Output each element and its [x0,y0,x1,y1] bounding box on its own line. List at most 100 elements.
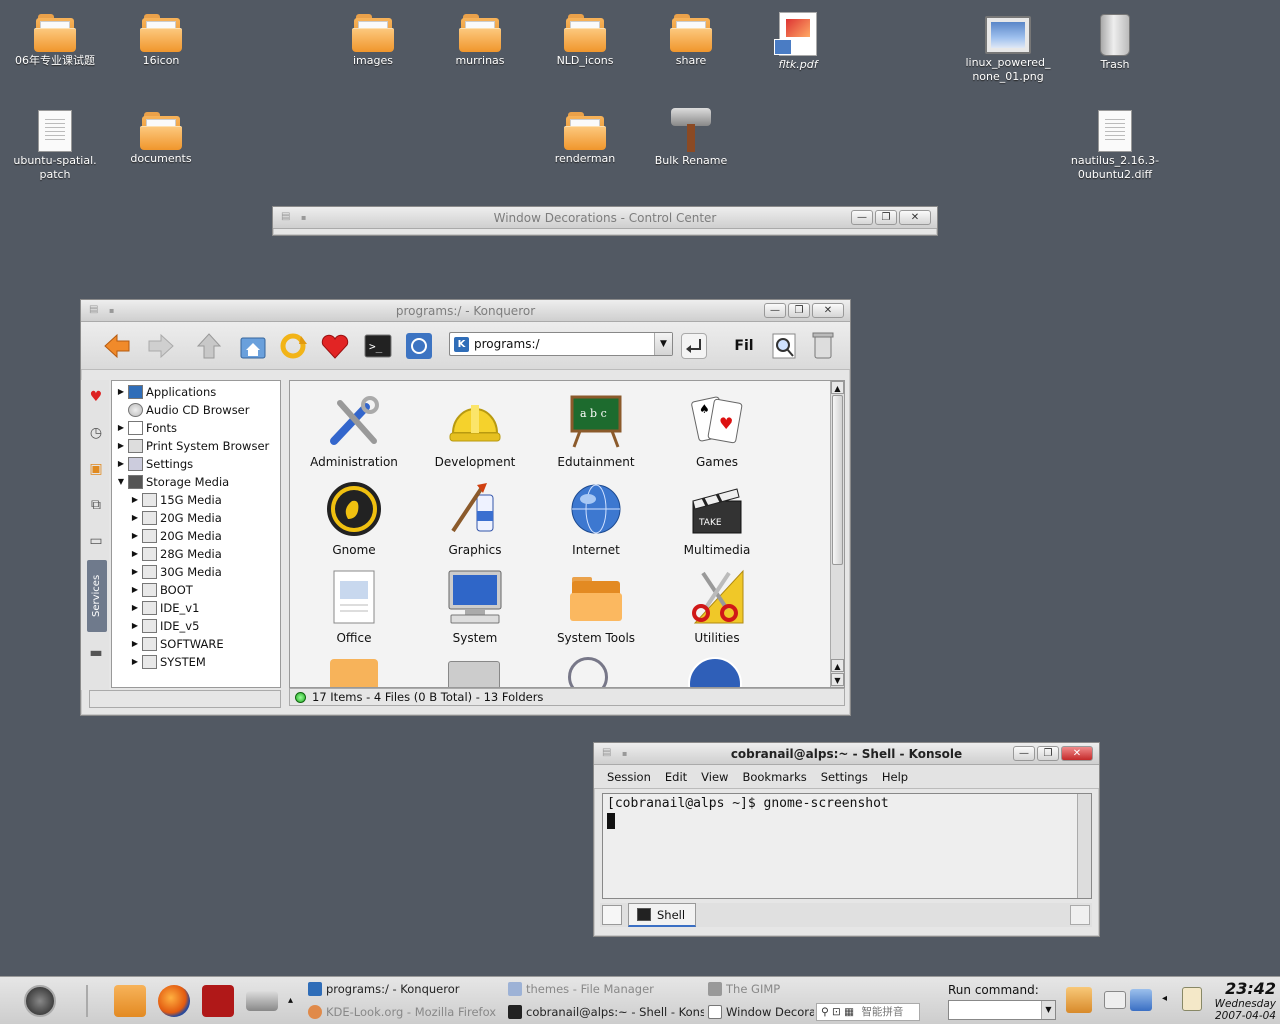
back-arrow-icon[interactable] [101,330,133,362]
storage-icon[interactable] [246,991,278,1011]
acrobat-icon[interactable] [202,985,234,1017]
maximize-button[interactable]: ❐ [788,303,810,318]
tree-item[interactable]: ▶ 15G Media [112,491,280,509]
new-session-icon[interactable] [602,905,622,925]
chevron-right-icon[interactable]: ▶ [130,617,140,635]
zoom-icon[interactable] [771,332,797,360]
control-center-window[interactable]: Window Decorations - Control Center — ❐ … [272,206,938,236]
heart-icon[interactable] [319,330,351,362]
close-button[interactable]: ✕ [1061,746,1093,761]
tree-item[interactable]: ▶ 20G Media [112,527,280,545]
task-konsole[interactable]: cobranail@alps:~ - Shell - Konsole [506,1001,704,1023]
tree-item[interactable]: Audio CD Browser [112,401,280,419]
home-icon[interactable] [237,330,269,362]
reload-icon[interactable] [277,330,309,362]
desktop-icon-06[interactable]: 06年专业课试题 [5,14,105,68]
menu-session[interactable]: Session [600,765,658,788]
bookmarks-heart-icon[interactable]: ♥ [87,388,105,406]
close-button[interactable]: ✕ [812,303,844,318]
up-arrow-icon[interactable] [193,330,225,362]
tree-item[interactable]: ▶ BOOT [112,581,280,599]
folder-icon[interactable] [330,659,378,687]
tree-item[interactable]: ▶ Print System Browser [112,437,280,455]
input-method-bar[interactable]: ⚲ ⊡ ▦ 智能拼音 [816,1003,920,1021]
arrow-left-icon[interactable]: ◂ [1162,993,1167,1004]
forward-arrow-icon[interactable] [145,330,177,362]
chevron-right-icon[interactable]: ▶ [130,491,140,509]
task-konqueror[interactable]: programs:/ - Konqueror [306,978,502,1000]
task-window-decorations[interactable]: Window Decorations [706,1001,814,1023]
minimize-button[interactable]: — [1013,746,1035,761]
tab-services[interactable]: Services [87,560,107,632]
network-icon[interactable]: ⧉ [87,496,105,514]
scrollbar-thumb[interactable] [832,395,843,565]
desktop-icon-renderman[interactable]: renderman [535,112,635,166]
clipboard-icon[interactable] [1182,987,1202,1011]
tree-item[interactable]: ▼ Storage Media [112,473,280,491]
desktop-icon-16icon[interactable]: 16icon [111,14,211,68]
location-bar[interactable]: K programs:/ ▼ [449,332,673,356]
trash-icon[interactable] [811,330,835,360]
minimize-button[interactable]: — [851,210,873,225]
konqueror-window[interactable]: programs:/ - Konqueror — ❐ ✕ >_ [80,299,851,716]
arrow-up-icon[interactable]: ▴ [288,995,293,1006]
program-development[interactable]: Development [415,393,535,469]
konqueror-titlebar[interactable]: programs:/ - Konqueror — ❐ ✕ [81,300,850,322]
terminal-icon[interactable]: >_ [362,330,394,362]
program-games[interactable]: ♠ ♥ Games [657,393,777,469]
tree-item[interactable]: ▶ Fonts [112,419,280,437]
task-firefox[interactable]: KDE-Look.org - Mozilla Firefox [306,1001,502,1023]
root-folder-icon[interactable]: ▭ [87,532,105,550]
kmenu-icon[interactable] [24,985,56,1017]
desktop-icon-fltk-pdf[interactable]: fltk.pdf [748,12,848,72]
terminal-scrollbar[interactable] [1077,794,1091,898]
desktop-icon-nautilus-diff[interactable]: nautilus_2.16.3- 0ubuntu2.diff [1065,110,1165,182]
close-session-icon[interactable] [1070,905,1090,925]
tree-item[interactable]: ▶ 20G Media [112,509,280,527]
network-icon[interactable] [1130,989,1152,1011]
program-office[interactable]: Office [294,569,414,645]
program-system[interactable]: System [415,569,535,645]
desktop-icon-ubuntu-patch[interactable]: ubuntu-spatial. patch [5,110,105,182]
accessibility-icon[interactable] [403,330,435,362]
history-clock-icon[interactable]: ◷ [87,424,105,442]
program-edutainment[interactable]: a b c Edutainment [536,393,656,469]
program-administration[interactable]: Administration [294,393,414,469]
desktop-icon-bulk-rename[interactable]: Bulk Rename [641,108,741,168]
chevron-right-icon[interactable]: ▶ [130,635,140,653]
file-manager-icon[interactable] [114,985,146,1017]
chevron-right-icon[interactable]: ▶ [130,599,140,617]
desktop-icon-murrinas[interactable]: murrinas [430,14,530,68]
scroll-down-icon[interactable]: ▼ [831,673,844,686]
chevron-right-icon[interactable]: ▶ [130,527,140,545]
program-system-tools[interactable]: System Tools [536,569,656,645]
program-internet[interactable]: Internet [536,481,656,557]
minimize-button[interactable]: — [764,303,786,318]
desktop-icon-nld-icons[interactable]: NLD_icons [535,14,635,68]
program-gnome[interactable]: Gnome [294,481,414,557]
run-command-input[interactable]: ▼ [948,1000,1056,1020]
chevron-right-icon[interactable]: ▶ [130,545,140,563]
chevron-right-icon[interactable]: ▶ [116,455,126,473]
maximize-button[interactable]: ❐ [1037,746,1059,761]
desktop-pager-icon[interactable] [1104,991,1126,1009]
control-center-titlebar[interactable]: Window Decorations - Control Center — ❐ … [273,207,937,229]
desktop-icon-linux-powered[interactable]: linux_powered_ none_01.png [958,14,1058,84]
tree-item[interactable]: ▶ Settings [112,455,280,473]
package-icon[interactable] [1066,987,1092,1013]
chevron-right-icon[interactable]: ▶ [130,509,140,527]
go-icon[interactable] [681,333,707,359]
tree-item[interactable]: ▶ IDE_v5 [112,617,280,635]
scroll-up-icon[interactable]: ▲ [831,659,844,672]
tree-item[interactable]: ▶ Applications [112,383,280,401]
chevron-right-icon[interactable]: ▶ [130,581,140,599]
chevron-right-icon[interactable]: ▶ [130,653,140,671]
konsole-titlebar[interactable]: cobranail@alps:~ - Shell - Konsole — ❐ ✕ [594,743,1099,765]
terminal-area[interactable]: [cobranail@alps ~]$ gnome-screenshot [602,793,1092,899]
chevron-right-icon[interactable]: ▶ [116,383,126,401]
close-button[interactable]: ✕ [899,210,931,225]
scroll-up-icon[interactable]: ▲ [831,381,844,394]
program-graphics[interactable]: Graphics [415,481,535,557]
chevron-right-icon[interactable]: ▶ [130,563,140,581]
maximize-button[interactable]: ❐ [875,210,897,225]
